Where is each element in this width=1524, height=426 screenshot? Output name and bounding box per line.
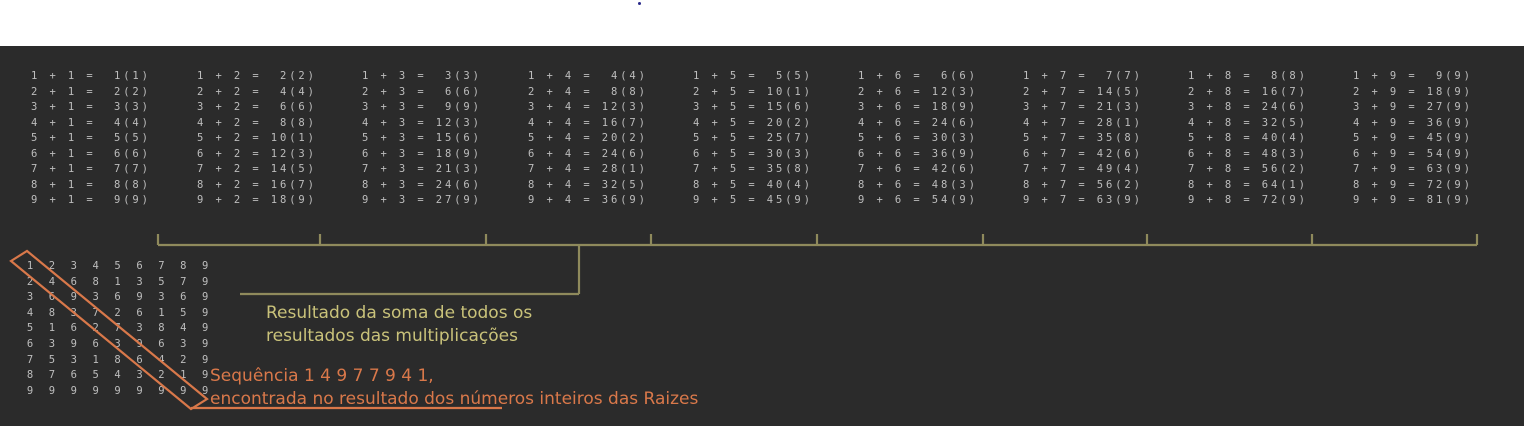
annotation-overlay bbox=[9, 234, 1479, 411]
sum-bracket bbox=[156, 234, 1479, 296]
diagonal-highlight bbox=[9, 249, 502, 411]
page-top-area bbox=[0, 0, 1524, 46]
diagonal-outline bbox=[9, 249, 209, 411]
dot-mark bbox=[638, 2, 641, 5]
